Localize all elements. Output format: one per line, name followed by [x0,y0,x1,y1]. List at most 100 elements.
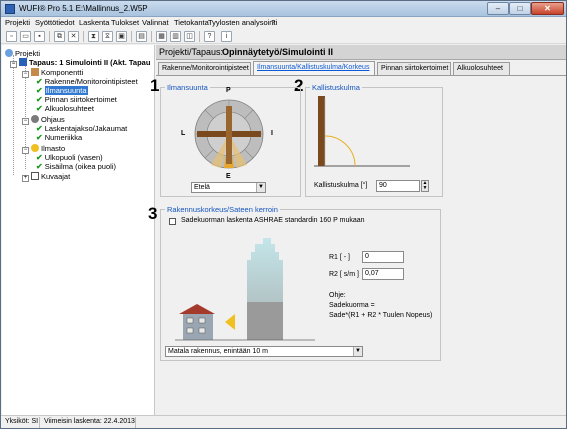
tab-alkuolosuhteet[interactable]: Alkuolosuhteet [453,62,510,75]
minimize-button[interactable]: – [487,2,509,15]
delete-icon[interactable]: ✕ [68,31,79,42]
inclination-spinner[interactable]: ▲ ▼ [421,180,429,192]
toolbar-separator [131,31,132,42]
menu-projekti[interactable]: Projekti [5,18,30,27]
tab-label: Rakenne/Monitorointipisteet [162,65,249,72]
menu-syottotiedot[interactable]: Syöttötiedot [35,18,75,27]
toolbar-separator [83,31,84,42]
hourglass-list-icon[interactable]: ⧖ [102,31,113,42]
compass-rose[interactable]: P I E L [181,87,273,180]
status-divider [39,417,40,428]
units-status: Yksiköt: SI [5,418,39,425]
sun-icon [31,144,39,152]
tree-connector [13,55,14,175]
tree-item-numeriikka[interactable]: ✔ Numeriikka [36,133,82,142]
new-file-icon[interactable]: ▫ [6,31,17,42]
collapse-icon[interactable]: − [22,118,29,125]
expand-icon[interactable]: + [22,175,29,182]
r1-input[interactable]: 0 [362,251,404,263]
building-illustration [175,238,315,341]
help-icon[interactable]: ? [204,31,215,42]
tree-case[interactable]: − Tapaus: 1 Simulointi II (Akt. Tapau [10,58,150,68]
tab-panel: 1 2 3 Ilmansuunta P I E L Etelä ▼ Kallis… [148,75,566,415]
building-type-select[interactable]: Matala rakennus, enintään 10 m ▼ [165,346,363,357]
tab-pinnan[interactable]: Pinnan siirtokertoimet [377,62,451,75]
tree-group-label: Ohjaus [41,115,65,124]
collapse-icon[interactable]: − [10,61,17,68]
menu-bar: Projekti Syöttötiedot Laskenta Tulokset … [1,17,566,29]
building-type-value: Matala rakennus, enintään 10 m [168,348,269,355]
last-calculation-status: Viimeisin laskenta: 22.4.2013 [44,418,135,425]
orientation-group: Ilmansuunta P I E L Etelä ▼ [160,83,301,197]
menu-help[interactable]: ? [271,18,275,27]
tab-label: Ilmansuunta/Kallistuskulma/Korkeus [257,64,370,71]
tree-root-label: Projekti [15,49,41,58]
checkmark-icon: ✔ [36,153,43,162]
graph-window-icon[interactable]: ◫ [184,31,195,42]
tree-root-project[interactable]: Projekti [5,49,40,58]
tree-item-laskentajakso[interactable]: ✔ Laskentajakso/Jakaumat [36,124,127,133]
checkmark-icon: ✔ [36,124,43,133]
chart-icon[interactable]: ▥ [170,31,181,42]
r2-input[interactable]: 0,07 [362,268,404,280]
tree-item-ulkopuoli[interactable]: ✔ Ulkopuoli (vasen) [36,153,103,162]
help-line-2: Sade*(R1 + R2 * Tuulen Nopeus) [329,312,433,319]
tab-ilmansuunta[interactable]: Ilmansuunta/Kallistuskulma/Korkeus [253,61,375,75]
tree-item-label: Alkuolosuhteet [44,104,94,113]
close-button[interactable]: ✕ [531,2,564,15]
info-icon[interactable]: i [221,31,232,42]
inclination-title: Kallistuskulma [310,83,362,92]
ashrae-checkbox-label: Sadekuorman laskenta ASHRAE standardin 1… [181,217,365,224]
menu-tulokset[interactable]: Tulokset [111,18,139,27]
tree-item-label: Rakenne/Monitorointipisteet [44,77,138,86]
menu-tyylosten-analysointi[interactable]: Tyylosten analysointi [208,18,277,27]
height-title: Rakennuskorkeus/Sateen kerroin [165,205,280,214]
orientation-select[interactable]: Etelä ▼ [191,182,266,193]
title-bar: WUFI® Pro 5.1 E:\Mallinnus_2.W5P – □ ✕ [1,1,566,17]
orientation-select-value: Etelä [194,184,210,191]
tree-item-rakenne[interactable]: ✔ Rakenne/Monitorointipisteet [36,77,138,86]
maximize-button[interactable]: □ [509,2,531,15]
status-divider [135,417,136,428]
tab-rakenne[interactable]: Rakenne/Monitorointipisteet [158,62,251,75]
inclination-input[interactable]: 90 [376,180,420,192]
tree-item-ilmansuunta[interactable]: ✔ Ilmansuunta [36,86,88,95]
checkmark-icon: ✔ [36,133,43,142]
save-icon[interactable]: ▪ [34,31,45,42]
copy-icon[interactable]: ⧉ [54,31,65,42]
tree-item-alkuolosuhteet[interactable]: ✔ Alkuolosuhteet [36,104,94,113]
menu-valinnat[interactable]: Valinnat [142,18,169,27]
tree-group-climate[interactable]: − Ilmasto [22,144,65,154]
r1-label: R1 [ - ] [329,254,351,261]
component-icon [31,68,39,76]
tree-group-graphs[interactable]: + Kuvaajat [22,172,71,182]
tree-group-control[interactable]: − Ohjaus [22,115,65,125]
ashrae-checkbox[interactable] [169,218,176,225]
tree-item-sisailma[interactable]: ✔ Sisäilma (oikea puoli) [36,162,116,171]
chevron-down-icon: ▼ [256,183,265,192]
tree-item-label: Pinnan siirtokertoimet [44,95,117,104]
hourglass-icon[interactable]: ⧗ [88,31,99,42]
grid-icon[interactable]: ▦ [156,31,167,42]
open-folder-icon[interactable]: ▭ [20,31,31,42]
orientation-title: Ilmansuunta [165,83,210,92]
table-icon[interactable]: ▤ [136,31,147,42]
project-tree: Projekti − Tapaus: 1 Simulointi II (Akt. … [2,45,155,415]
checkmark-icon: ✔ [36,162,43,171]
tree-group-components[interactable]: − Komponentti [22,68,83,78]
tab-label: Alkuolosuhteet [457,65,503,72]
menu-tietokanta[interactable]: Tietokanta [174,18,209,27]
collapse-icon[interactable]: − [22,71,29,78]
marker-3: 3 [148,204,158,223]
app-window: WUFI® Pro 5.1 E:\Mallinnus_2.W5P – □ ✕ P… [0,0,567,429]
tree-item-pinnan[interactable]: ✔ Pinnan siirtokertoimet [36,95,117,104]
checkmark-icon: ✔ [36,95,43,104]
tree-group-label: Kuvaajat [41,172,71,181]
monitor-icon[interactable]: ▣ [116,31,127,42]
help-line-1: Sadekuorma = [329,302,375,309]
menu-laskenta[interactable]: Laskenta [79,18,109,27]
toolbar-separator [151,31,152,42]
case-path-value: Opinnäytetyö/Simulointi II [222,47,334,57]
inclination-label: Kallistuskulma [°] [314,182,368,189]
collapse-icon[interactable]: − [22,147,29,154]
